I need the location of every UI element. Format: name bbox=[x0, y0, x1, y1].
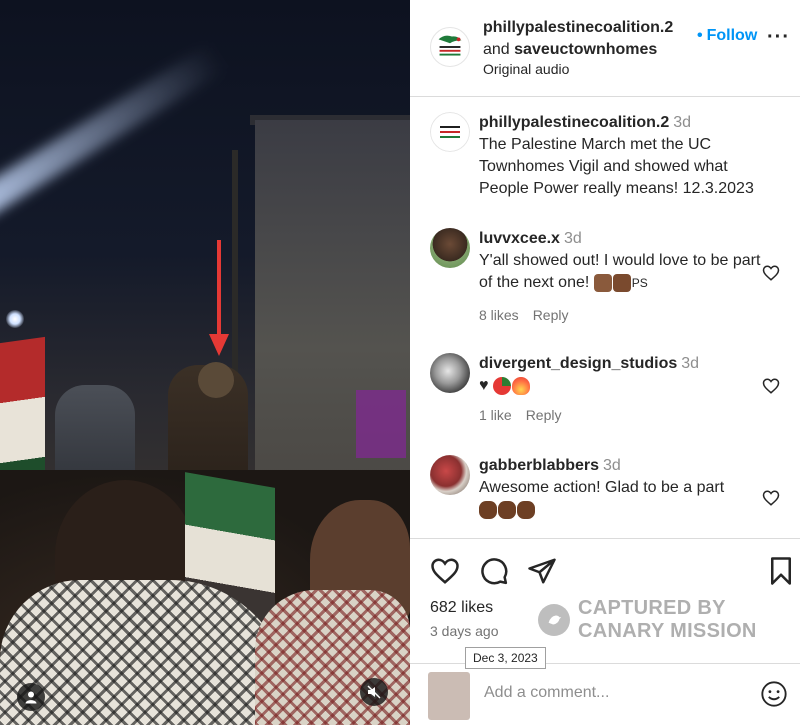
bird-icon bbox=[538, 604, 570, 636]
speaker-muted-icon bbox=[367, 685, 381, 699]
comment-time[interactable]: 3d bbox=[564, 230, 582, 247]
comment-suffix: PS bbox=[631, 276, 648, 290]
comment-likes[interactable]: 1 like bbox=[479, 407, 512, 423]
watermark-line1: CAPTURED BY bbox=[578, 597, 726, 619]
light-beam bbox=[0, 43, 226, 218]
comment-bubble-icon[interactable] bbox=[479, 556, 509, 586]
caption-text: phillypalestinecoalition.2 3d The Palesti… bbox=[479, 112, 779, 200]
caption-username[interactable]: phillypalestinecoalition.2 bbox=[479, 114, 669, 131]
share-paper-plane-icon[interactable] bbox=[527, 556, 557, 586]
watermark-line2: CANARY MISSION bbox=[578, 620, 757, 642]
collab-connector: and bbox=[483, 41, 510, 58]
comment-username[interactable]: divergent_design_studios bbox=[479, 355, 677, 372]
more-options-icon[interactable]: ··· bbox=[767, 27, 790, 47]
caption-time[interactable]: 3d bbox=[673, 114, 691, 131]
reply-button[interactable]: Reply bbox=[533, 307, 569, 323]
comment-item: divergent_design_studios 3d ♥ 1 like Reply bbox=[410, 353, 800, 433]
comment-text: gabberblabbers 3d Awesome action! Glad to… bbox=[479, 455, 764, 521]
comment-composer: Add a comment... bbox=[410, 663, 800, 725]
commenter-avatar[interactable] bbox=[430, 455, 470, 495]
canary-mission-watermark: CAPTURED BY CANARY MISSION bbox=[538, 597, 757, 643]
hands-emoji-icon bbox=[593, 273, 612, 292]
comment-text: divergent_design_studios 3d ♥ bbox=[479, 353, 764, 397]
tagged-users-button[interactable] bbox=[17, 683, 45, 711]
comment-username[interactable]: luvvxcee.x bbox=[479, 230, 560, 247]
comment-item: luvvxcee.x 3d Y'all showed out! I would l… bbox=[410, 228, 800, 328]
user-icon bbox=[25, 691, 37, 704]
comment-time[interactable]: 3d bbox=[603, 457, 621, 474]
mute-button[interactable] bbox=[360, 678, 388, 706]
speaker-head bbox=[198, 362, 234, 398]
red-arrow-annotation bbox=[209, 240, 229, 356]
like-heart-icon[interactable] bbox=[430, 556, 460, 586]
street-lamp bbox=[6, 310, 24, 328]
follow-button[interactable]: • Follow bbox=[697, 27, 757, 45]
viewer-avatar bbox=[428, 672, 470, 720]
post-date[interactable]: 3 days ago bbox=[430, 623, 499, 639]
heart-icon[interactable] bbox=[762, 264, 780, 282]
commenter-avatar[interactable] bbox=[430, 228, 470, 268]
reply-button[interactable]: Reply bbox=[526, 407, 562, 423]
comment-body: ♥ bbox=[479, 377, 489, 394]
separator-dot: • bbox=[697, 27, 703, 44]
post-panel: phillypalestinecoalition.2 and saveuctow… bbox=[410, 0, 800, 725]
date-tooltip: Dec 3, 2023 bbox=[465, 647, 546, 669]
emoji-picker-icon[interactable] bbox=[760, 680, 788, 708]
purple-sign bbox=[356, 390, 406, 458]
coalition-logo bbox=[431, 28, 469, 66]
clap-emoji-icon bbox=[498, 500, 516, 519]
hand-emoji-icon bbox=[612, 273, 631, 292]
save-bookmark-icon[interactable] bbox=[766, 556, 796, 586]
post-actions: 682 likes 3 days ago CAPTURED BY CANARY … bbox=[410, 538, 800, 650]
likes-count[interactable]: 682 likes bbox=[430, 599, 493, 617]
comment-body: Awesome action! Glad to be a part bbox=[479, 479, 725, 496]
reel-video[interactable] bbox=[0, 0, 410, 725]
comment-input[interactable]: Add a comment... bbox=[484, 684, 609, 702]
heart-icon[interactable] bbox=[762, 377, 780, 395]
coalition-logo bbox=[430, 112, 470, 152]
comment-username[interactable]: gabberblabbers bbox=[479, 457, 599, 474]
author-username[interactable]: phillypalestinecoalition.2 bbox=[483, 19, 673, 36]
post-authors: phillypalestinecoalition.2 and saveuctow… bbox=[483, 17, 673, 61]
comment-meta: 1 like Reply bbox=[479, 407, 561, 423]
commenter-avatar[interactable] bbox=[430, 353, 470, 393]
follow-label: Follow bbox=[706, 27, 758, 44]
heart-icon[interactable] bbox=[762, 489, 780, 507]
post-header: phillypalestinecoalition.2 and saveuctow… bbox=[410, 0, 800, 97]
clap-emoji-icon bbox=[479, 500, 497, 519]
comments-list[interactable]: phillypalestinecoalition.2 3d The Palesti… bbox=[410, 98, 800, 538]
caption-item: phillypalestinecoalition.2 3d The Palesti… bbox=[410, 112, 800, 212]
watermelon-emoji-icon bbox=[492, 376, 511, 395]
comment-meta: 8 likes Reply bbox=[479, 307, 568, 323]
comment-item: gabberblabbers 3d Awesome action! Glad to… bbox=[410, 455, 800, 538]
keffiyeh bbox=[255, 590, 410, 725]
clap-emoji-icon bbox=[517, 500, 535, 519]
caption-body: The Palestine March met the UC Townhomes… bbox=[479, 136, 754, 197]
caption-avatar[interactable] bbox=[430, 112, 470, 152]
author-avatar[interactable] bbox=[430, 27, 470, 67]
comment-text: luvvxcee.x 3d Y'all showed out! I would l… bbox=[479, 228, 764, 294]
fire-emoji-icon bbox=[511, 376, 530, 395]
collaborator-username[interactable]: saveuctownhomes bbox=[514, 41, 657, 58]
comment-likes[interactable]: 8 likes bbox=[479, 307, 519, 323]
comment-time[interactable]: 3d bbox=[681, 355, 699, 372]
audio-label[interactable]: Original audio bbox=[483, 61, 569, 77]
